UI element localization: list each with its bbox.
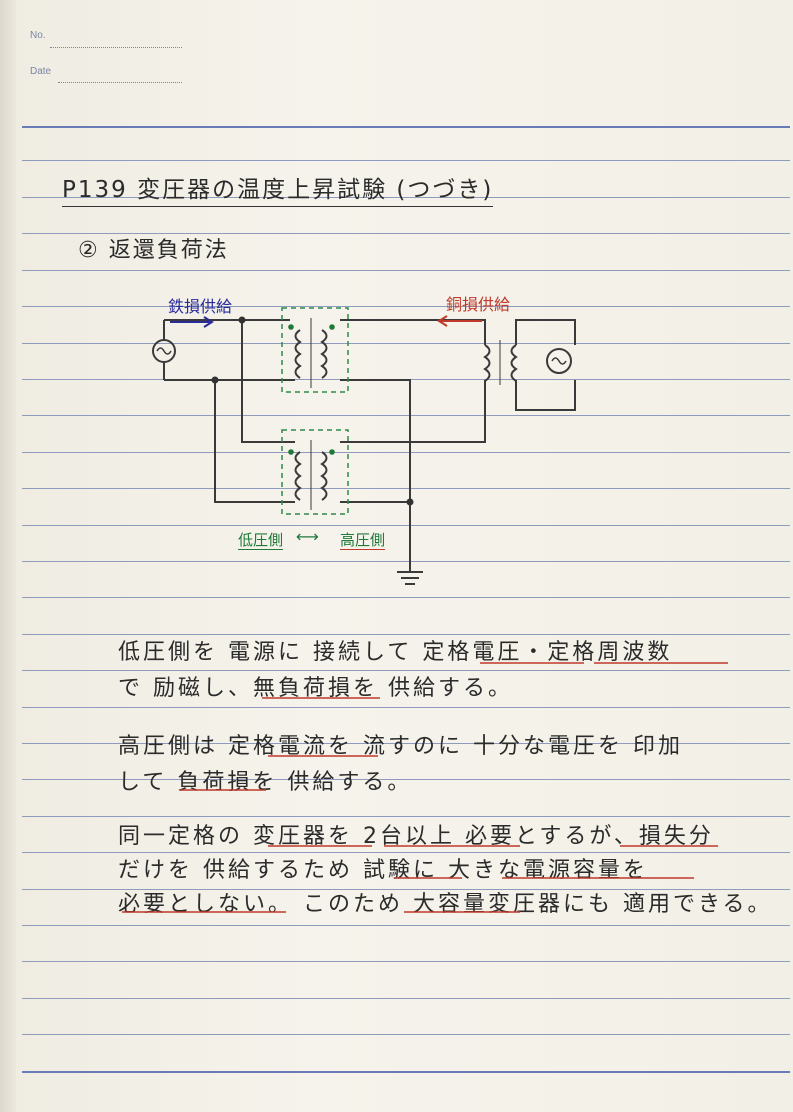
highlight-underlines xyxy=(122,662,728,913)
notebook-page: No. Date P139 変圧器の温度上昇試験 (つづき) ② 返還負荷法 鉄… xyxy=(0,0,793,1112)
